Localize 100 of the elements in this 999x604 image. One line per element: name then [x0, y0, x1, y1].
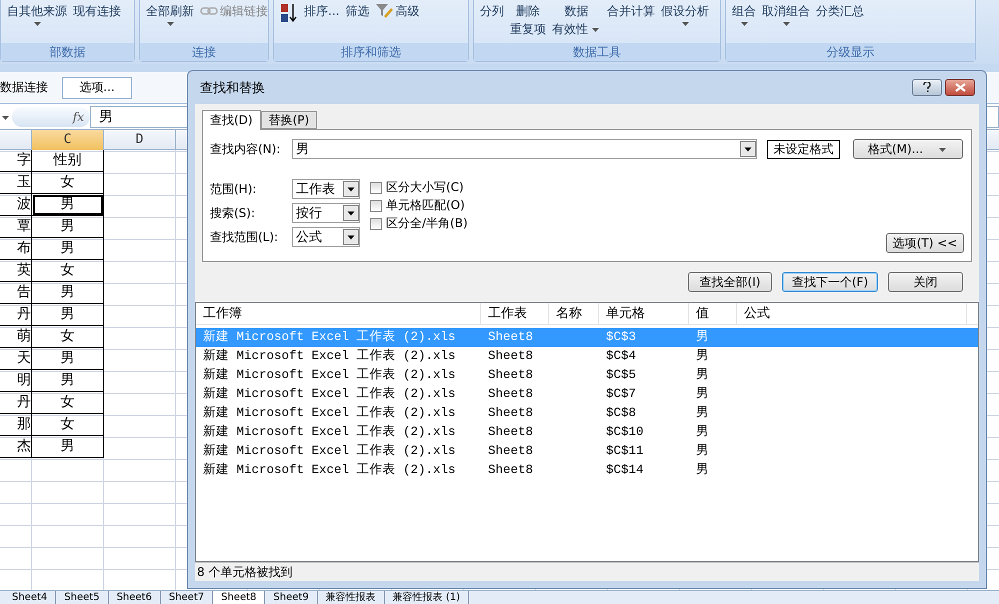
column-header[interactable]: 公式 [737, 303, 967, 324]
ribbon-button[interactable]: 全部刷新 [146, 2, 194, 26]
ribbon-button[interactable]: 数据 有效性 [552, 2, 601, 38]
table-cell[interactable]: 女 [32, 172, 104, 194]
result-cell-text: 男 [695, 367, 710, 384]
table-cell[interactable]: 性别 [32, 150, 104, 172]
table-cell: 布 [0, 238, 32, 260]
result-cell-text: 男 [695, 329, 710, 346]
caret-icon [939, 148, 946, 152]
ribbon-button[interactable]: 取消组合 [762, 2, 810, 26]
result-cell-text: $C$7 [605, 386, 638, 403]
table-cell[interactable]: 女 [32, 260, 104, 282]
ribbon-button[interactable]: 删除 重复项 [510, 2, 546, 38]
table-cell[interactable]: 男 [32, 194, 104, 216]
result-cell-text: 男 [695, 443, 710, 460]
result-cell-text: Sheet8 [487, 367, 534, 384]
sheet-tab[interactable]: Sheet6 [108, 591, 161, 604]
result-cell-text: 男 [695, 348, 710, 365]
checkbox[interactable] [370, 218, 382, 230]
close-button[interactable] [945, 79, 975, 96]
ribbon-button[interactable]: 筛选 [345, 2, 370, 20]
table-cell[interactable]: 男 [32, 216, 104, 238]
result-row[interactable]: 新建 Microsoft Excel 工作表 (2).xls Sheet8 $C$8 男 [196, 404, 978, 423]
sheet-tab[interactable]: Sheet9 [265, 591, 318, 604]
column-header[interactable]: D [104, 130, 176, 150]
result-cell-text: $C$8 [605, 405, 638, 422]
formula-controls[interactable]: fx [12, 106, 90, 126]
table-cell: 那 [0, 414, 32, 436]
ribbon-button[interactable]: 假设分析 [661, 2, 709, 26]
dialog-button[interactable]: 查找全部(I) [688, 272, 772, 292]
checkbox[interactable] [370, 200, 382, 212]
table-cell[interactable]: 女 [32, 392, 104, 414]
checkbox[interactable] [370, 182, 382, 194]
sort-button[interactable] [280, 2, 298, 24]
result-row[interactable]: 新建 Microsoft Excel 工作表 (2).xls Sheet8 $C$10 男 [196, 423, 978, 442]
group-label: 连接 [140, 43, 268, 61]
checkbox-label[interactable]: 区分大小写(C) [386, 179, 464, 196]
sheet-tab[interactable]: 兼容性报表 (1) [384, 591, 470, 604]
result-cell-text: 男 [695, 424, 710, 441]
select-field[interactable]: 公式 [292, 227, 360, 247]
table-cell[interactable]: 男 [32, 348, 104, 370]
checkbox-label[interactable]: 单元格匹配(O) [386, 197, 465, 214]
result-cell-text: 新建 Microsoft Excel 工作表 (2).xls [202, 462, 457, 479]
dialog-tab[interactable]: 替换(P) [260, 111, 318, 129]
column-header[interactable]: 工作簿 [196, 303, 481, 324]
result-cell-text: 新建 Microsoft Excel 工作表 (2).xls [202, 404, 457, 422]
ribbon-button[interactable]: 分类汇总 [816, 2, 864, 20]
caret-icon [2, 116, 9, 120]
help-icon [923, 82, 931, 93]
ribbon-button[interactable]: 合并计算 [607, 2, 655, 20]
help-button[interactable] [912, 79, 942, 96]
format-button[interactable]: 格式(M)... [853, 139, 963, 159]
table-cell: 波 [0, 194, 32, 216]
result-cell-text: Sheet8 [487, 462, 534, 479]
dialog-tab[interactable]: 查找(D) [202, 110, 261, 130]
options-toggle-button[interactable]: 选项(T) << [886, 233, 964, 253]
field-label: 查找内容(N): [210, 140, 282, 158]
function-label[interactable]: fx [72, 110, 84, 124]
dialog-button[interactable]: 关闭 [888, 272, 963, 292]
table-cell[interactable]: 女 [32, 326, 104, 348]
ribbon-button[interactable]: 组合 [732, 2, 756, 26]
ribbon-button[interactable]: 自其他来源 [7, 2, 67, 26]
dialog-button[interactable]: 查找下一个(F) [782, 272, 878, 292]
table-cell[interactable]: 男 [32, 370, 104, 392]
sheet-tab[interactable]: 兼容性报表 [318, 591, 385, 604]
table-cell: 丹 [0, 304, 32, 326]
result-cell-text: Sheet8 [487, 405, 534, 422]
result-cell-text: $C$14 [605, 462, 645, 479]
column-header[interactable]: 单元格 [599, 303, 689, 324]
sheet-tab[interactable]: Sheet4 [4, 591, 56, 604]
table-cell[interactable]: 女 [32, 414, 104, 436]
column-header[interactable]: C [32, 130, 104, 150]
options-button[interactable]: 选项... [62, 76, 132, 98]
result-row[interactable]: 新建 Microsoft Excel 工作表 (2).xls Sheet8 $C$11 男 [196, 442, 978, 461]
group-label: 排序和筛选 [274, 43, 468, 61]
result-row[interactable]: 新建 Microsoft Excel 工作表 (2).xls Sheet8 $C$14 男 [196, 461, 978, 480]
result-row[interactable]: 新建 Microsoft Excel 工作表 (2).xls Sheet8 $C$4 男 [196, 347, 978, 366]
table-cell[interactable]: 男 [32, 282, 104, 304]
select-field[interactable]: 按行 [292, 203, 360, 223]
result-row[interactable]: 新建 Microsoft Excel 工作表 (2).xls Sheet8 $C$5 男 [196, 366, 978, 385]
ribbon-button[interactable]: 分列 [480, 2, 504, 20]
table-cell[interactable]: 男 [32, 436, 104, 458]
select-field[interactable]: 工作表 [292, 179, 360, 199]
result-cell-text: 男 [695, 386, 710, 403]
table-cell[interactable]: 男 [32, 304, 104, 326]
column-header[interactable]: 值 [689, 303, 737, 324]
table-cell[interactable]: 男 [32, 238, 104, 260]
sheet-tab[interactable]: Sheet5 [56, 591, 109, 604]
checkbox-label[interactable]: 区分全/半角(B) [386, 215, 468, 232]
table-cell: 明 [0, 370, 32, 392]
table-cell: 丹 [0, 392, 32, 414]
result-cell-text: $C$4 [605, 348, 638, 365]
column-header[interactable]: 工作表 [481, 303, 549, 324]
ribbon-button[interactable]: 现有连接 [73, 2, 121, 20]
sheet-tab[interactable]: Sheet8 [213, 591, 266, 604]
ribbon-button[interactable]: 排序... [304, 2, 340, 20]
column-header[interactable]: 名称 [549, 303, 599, 324]
ribbon-button[interactable]: 高级 [375, 2, 420, 20]
result-cell-text: 新建 Microsoft Excel 工作表 (2).xls [202, 424, 457, 441]
result-row[interactable]: 新建 Microsoft Excel 工作表 (2).xls Sheet8 $C$7 男 [196, 385, 978, 404]
